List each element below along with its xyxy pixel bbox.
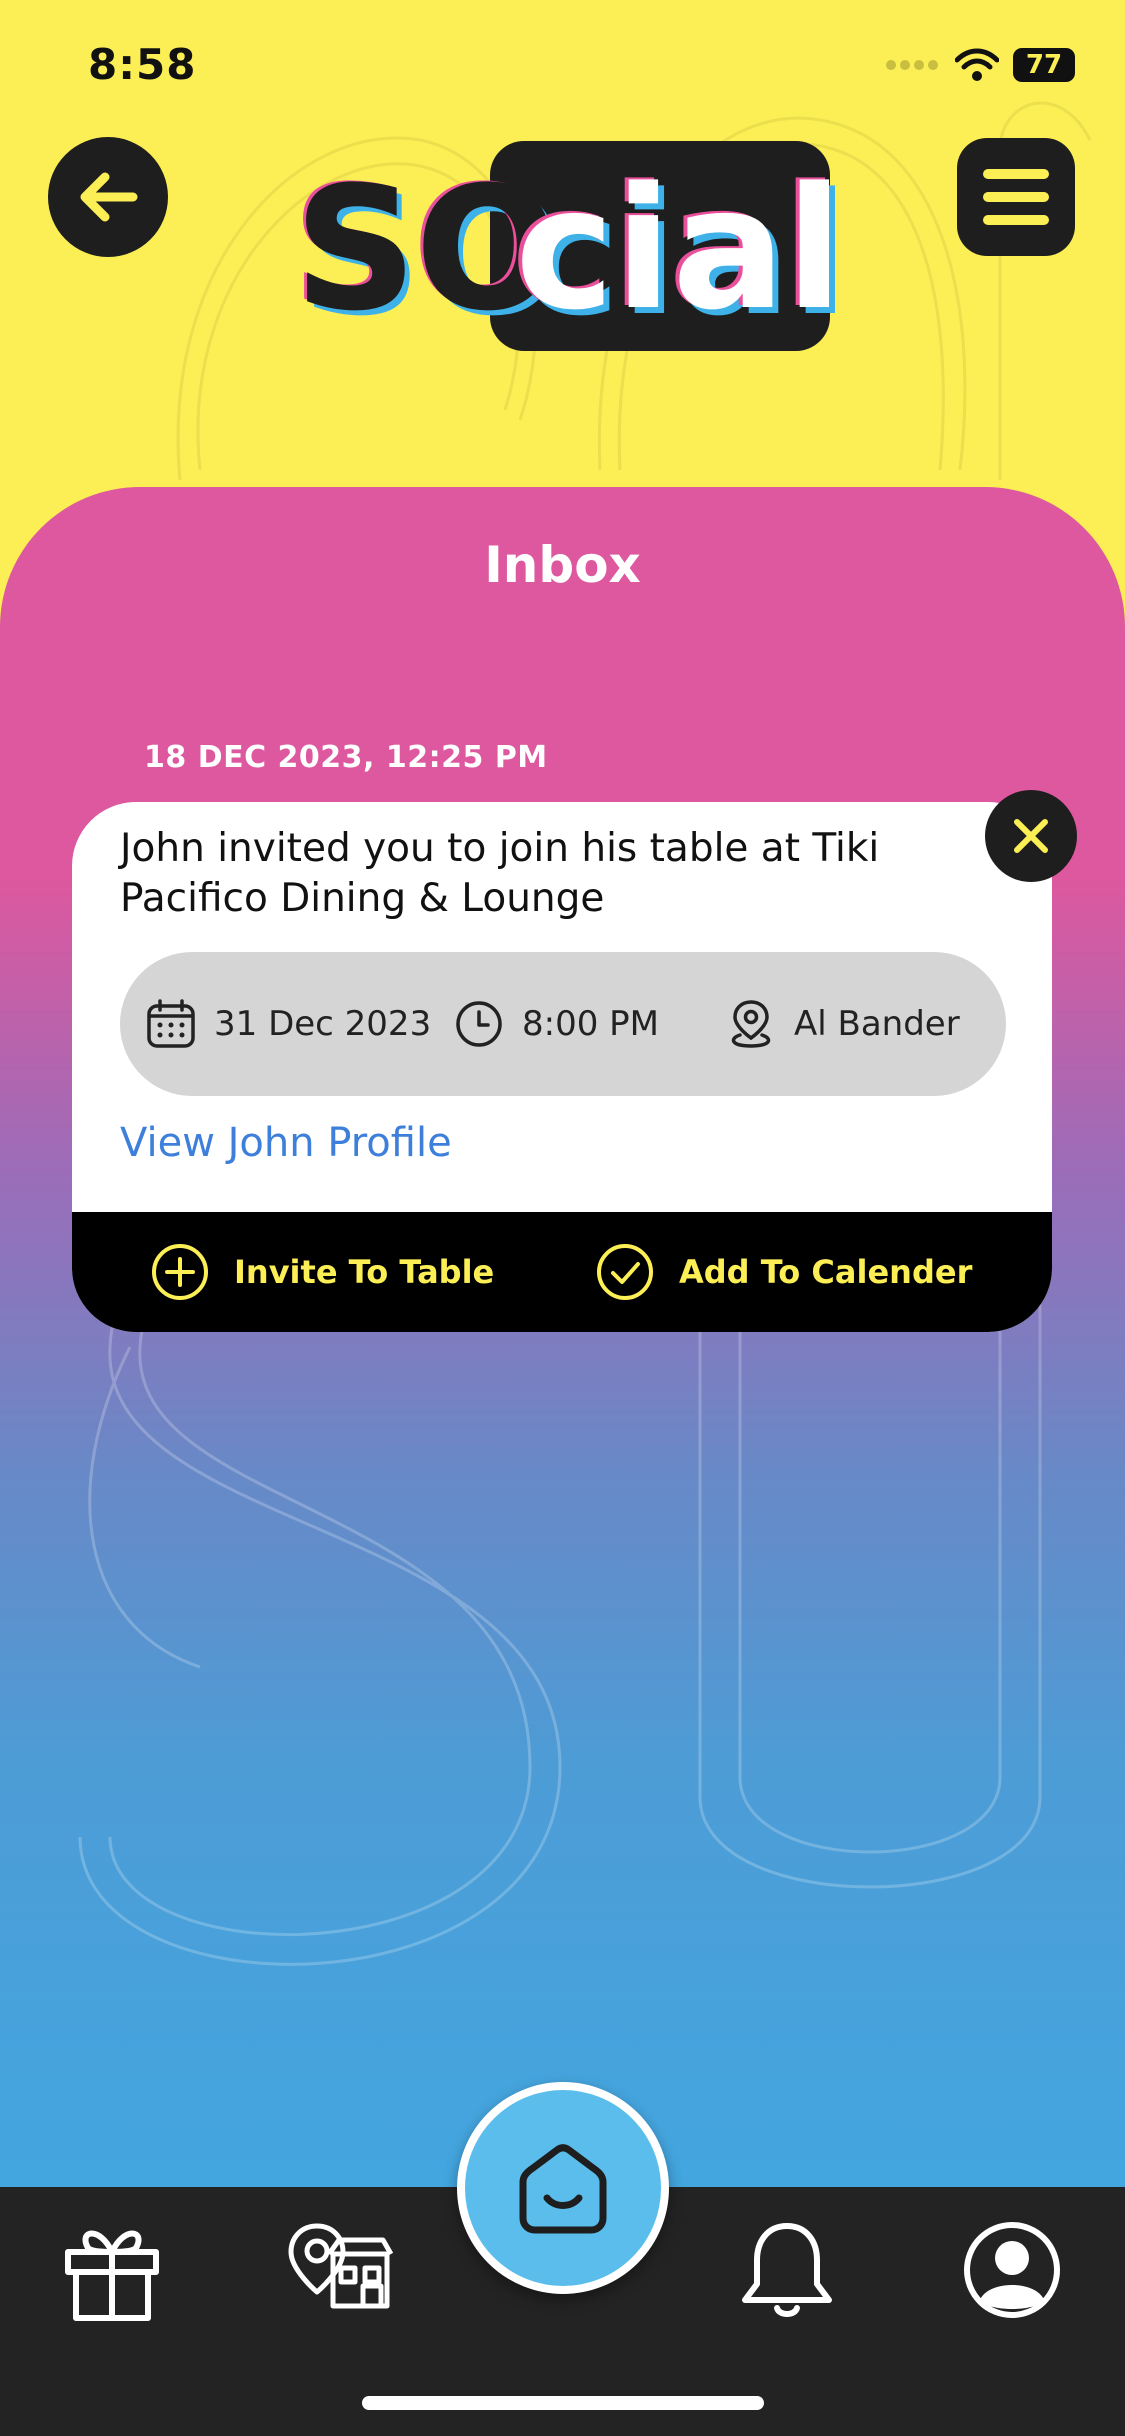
dismiss-button[interactable] [985, 790, 1077, 882]
nav-venues[interactable] [278, 2210, 398, 2330]
wifi-icon [955, 48, 999, 81]
profile-icon [964, 2222, 1060, 2318]
add-to-calendar-label: Add To Calender [679, 1253, 973, 1291]
page-title: Inbox [484, 536, 641, 594]
invitation-card: John invited you to join his table at Ti… [72, 802, 1052, 1332]
invitation-text: John invited you to join his table at Ti… [120, 826, 880, 921]
add-to-calendar-button[interactable]: Add To Calender [595, 1212, 972, 1332]
status-indicators: 77 [885, 48, 1075, 82]
arrow-left-icon [80, 172, 138, 222]
check-circle-icon [597, 1244, 653, 1300]
invite-to-table-label: Invite To Table [234, 1253, 495, 1291]
nav-gifts[interactable] [52, 2210, 172, 2330]
event-location: Al Bander [726, 952, 960, 1096]
event-time-text: 8:00 PM [522, 1004, 659, 1044]
battery-icon: 77 [1013, 48, 1075, 82]
nav-notifications[interactable] [727, 2210, 847, 2330]
hamburger-icon [983, 169, 1049, 225]
event-date: 31 Dec 2023 [146, 952, 431, 1096]
event-date-text: 31 Dec 2023 [214, 1004, 432, 1044]
card-actions: Invite To Table Add To Calender [72, 1212, 1052, 1332]
calendar-icon [147, 999, 195, 1048]
view-profile-link[interactable]: View John Profile [120, 1120, 452, 1166]
event-details-pill: 31 Dec 2023 8:00 PM Al Bander [120, 952, 1006, 1096]
home-icon [519, 2144, 607, 2234]
status-time: 8:58 [88, 40, 197, 89]
menu-button[interactable] [957, 138, 1075, 256]
clock-icon [456, 1001, 502, 1047]
nav-profile[interactable] [952, 2210, 1072, 2330]
close-icon [1014, 819, 1048, 853]
home-button[interactable] [457, 2082, 669, 2294]
back-button[interactable] [48, 137, 168, 257]
plus-circle-icon [152, 1244, 208, 1300]
location-pin-icon [731, 1000, 771, 1048]
home-indicator [362, 2396, 764, 2410]
event-location-text: Al Bander [794, 1004, 960, 1044]
event-time: 8:00 PM [454, 952, 659, 1096]
signal-icon [886, 60, 938, 70]
bell-icon [742, 2223, 832, 2317]
social-logo: SO SO SO cial cial cial [291, 141, 840, 353]
message-timestamp: 18 DEC 2023, 12:25 PM [144, 740, 548, 775]
invite-to-table-button[interactable]: Invite To Table [150, 1212, 494, 1332]
gift-icon [65, 2230, 159, 2321]
location-store-icon [288, 2223, 393, 2309]
svg-text:cial: cial [515, 151, 840, 347]
